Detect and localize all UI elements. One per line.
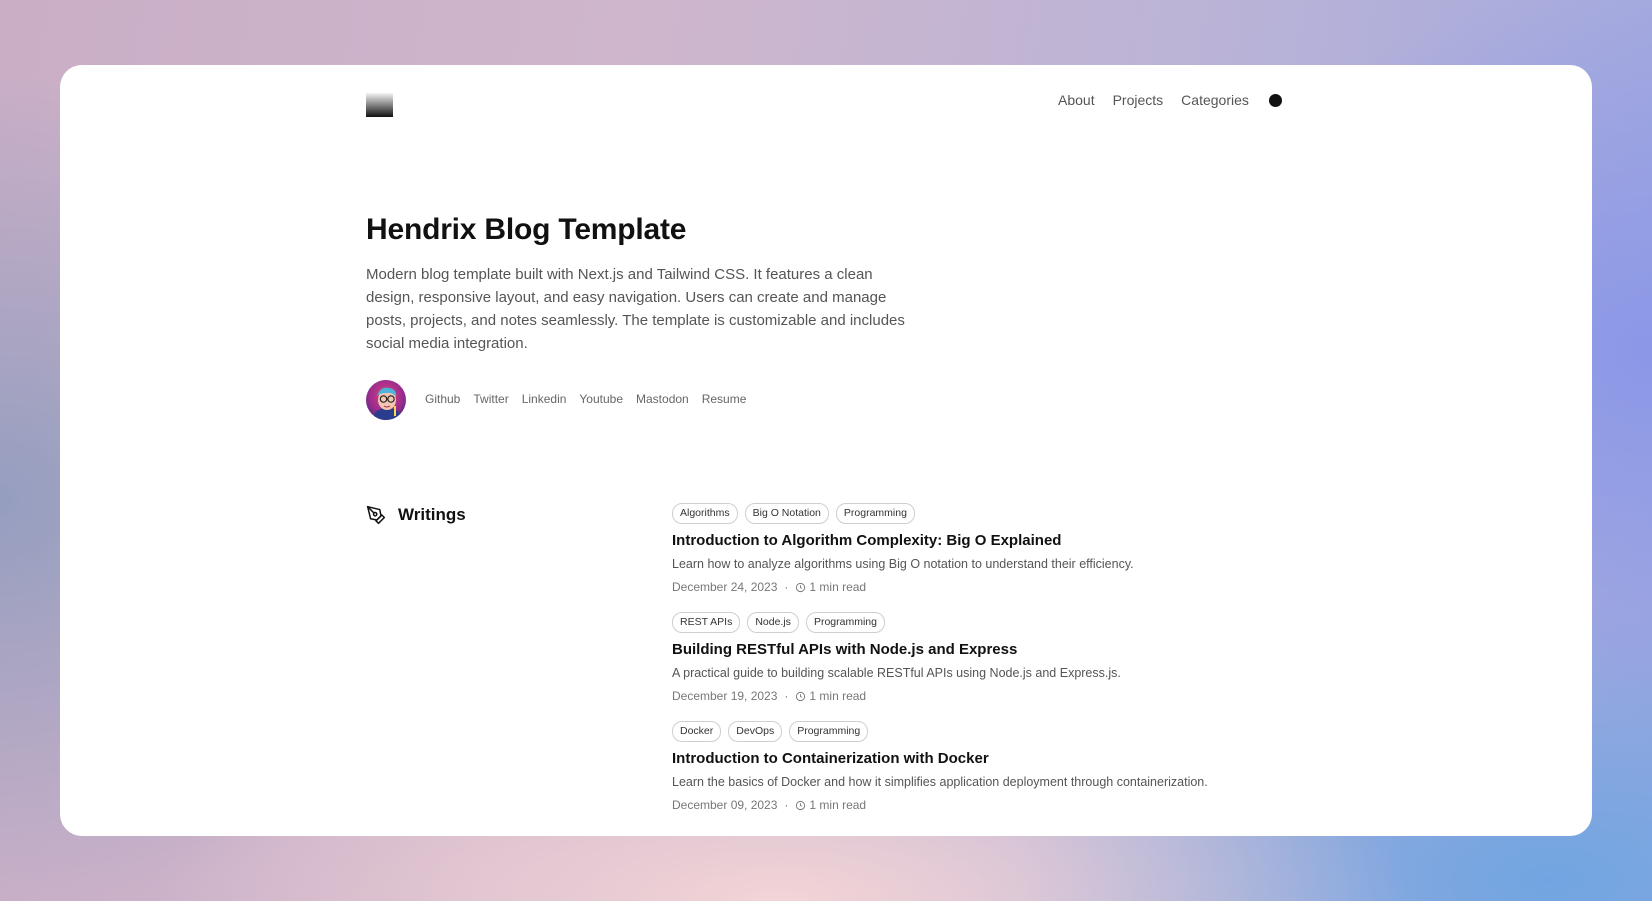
social-resume-link[interactable]: Resume xyxy=(702,392,747,406)
post-title-link[interactable]: Building RESTful APIs with Node.js and E… xyxy=(672,641,1292,658)
tag-badge[interactable]: Docker xyxy=(672,721,722,742)
post-item: REST APIs Node.js Programming Building R… xyxy=(672,612,1292,703)
writings-heading-label: Writings xyxy=(398,505,466,524)
tag-badge[interactable]: Node.js xyxy=(747,612,799,633)
post-meta: December 19, 2023 · 1 min read xyxy=(672,689,1292,703)
tag-badge[interactable]: Algorithms xyxy=(672,503,738,524)
post-meta: December 24, 2023 · 1 min read xyxy=(672,580,1292,594)
social-youtube-link[interactable]: Youtube xyxy=(579,392,623,406)
meta-separator: · xyxy=(784,798,789,812)
post-item: Docker DevOps Programming Introduction t… xyxy=(672,721,1292,812)
post-title-link[interactable]: Introduction to Algorithm Complexity: Bi… xyxy=(672,532,1292,549)
tag-badge[interactable]: DevOps xyxy=(728,721,783,742)
clock-icon xyxy=(796,582,806,592)
social-linkedin-link[interactable]: Linkedin xyxy=(522,392,567,406)
avatar xyxy=(366,380,406,420)
post-read-time: 1 min read xyxy=(809,689,867,703)
post-tags: Docker DevOps Programming xyxy=(672,721,1292,742)
post-read-time: 1 min read xyxy=(809,798,867,812)
avatar-illustration xyxy=(366,380,406,420)
intro-description: Modern blog template built with Next.js … xyxy=(366,266,905,352)
post-item: Algorithms Big O Notation Programming In… xyxy=(672,503,1292,594)
nav-about-link[interactable]: About xyxy=(1058,92,1095,108)
clock-icon xyxy=(796,800,806,810)
social-twitter-link[interactable]: Twitter xyxy=(473,392,508,406)
tag-badge[interactable]: Big O Notation xyxy=(744,503,829,524)
post-description: Learn how to analyze algorithms using Bi… xyxy=(672,557,1134,571)
post-date: December 19, 2023 xyxy=(672,689,778,703)
pen-nib-icon xyxy=(366,505,386,525)
post-date: December 24, 2023 xyxy=(672,580,778,594)
tag-badge[interactable]: Programming xyxy=(805,612,885,633)
post-tags: REST APIs Node.js Programming xyxy=(672,612,1292,633)
writings-heading: Writings xyxy=(366,505,466,525)
page-title: Hendrix Blog Template xyxy=(366,213,687,246)
meta-separator: · xyxy=(784,689,789,703)
tag-badge[interactable]: Programming xyxy=(835,503,915,524)
tag-badge[interactable]: REST APIs xyxy=(672,612,741,633)
social-mastodon-link[interactable]: Mastodon xyxy=(636,392,689,406)
post-date: December 09, 2023 xyxy=(672,798,778,812)
nav-categories-link[interactable]: Categories xyxy=(1181,92,1249,108)
site-logo[interactable] xyxy=(366,93,393,117)
post-read-time: 1 min read xyxy=(809,580,867,594)
post-description: A practical guide to building scalable R… xyxy=(672,666,1121,680)
post-list: Algorithms Big O Notation Programming In… xyxy=(672,503,1292,830)
top-nav: About Projects Categories xyxy=(1058,92,1282,108)
browser-page: About Projects Categories Hendrix Blog T… xyxy=(60,65,1592,836)
meta-separator: · xyxy=(784,580,789,594)
post-title-link[interactable]: Introduction to Containerization with Do… xyxy=(672,750,1292,767)
clock-icon xyxy=(796,691,806,701)
post-tags: Algorithms Big O Notation Programming xyxy=(672,503,1292,524)
theme-toggle-icon[interactable] xyxy=(1268,93,1282,107)
post-description: Learn the basics of Docker and how it si… xyxy=(672,775,1208,789)
post-meta: December 09, 2023 · 1 min read xyxy=(672,798,1292,812)
tag-badge[interactable]: Programming xyxy=(789,721,869,742)
social-links: Github Twitter Linkedin Youtube Mastodon… xyxy=(425,392,759,406)
nav-projects-link[interactable]: Projects xyxy=(1113,92,1164,108)
social-github-link[interactable]: Github xyxy=(425,392,460,406)
